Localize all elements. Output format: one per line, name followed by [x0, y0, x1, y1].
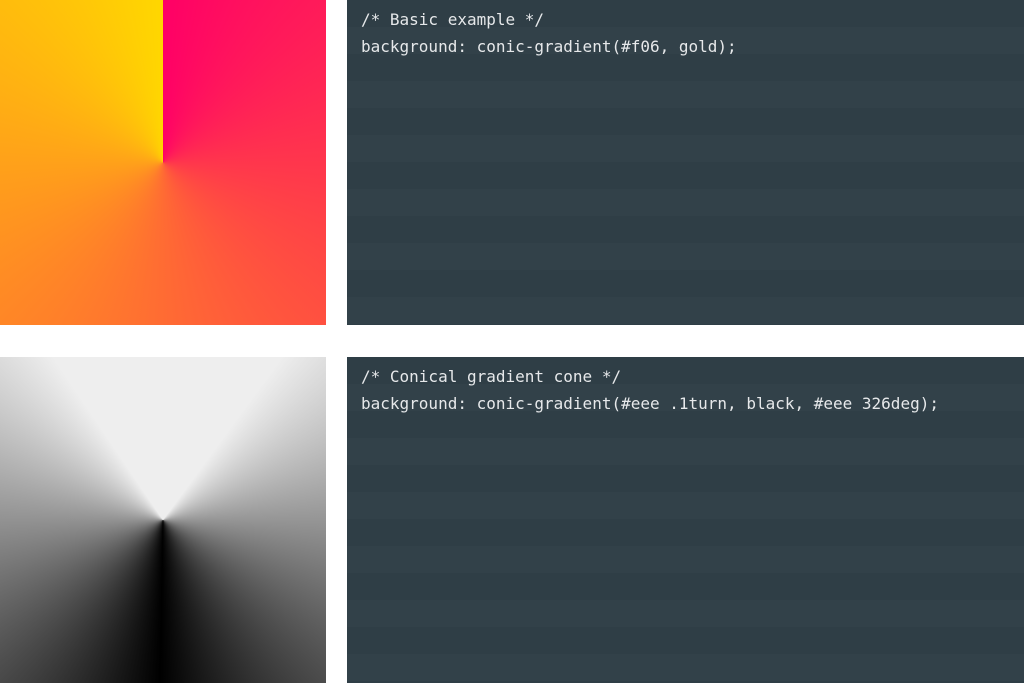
code-line: background: conic-gradient(#f06, gold); — [361, 37, 737, 56]
code-comment: /* Basic example */ — [361, 10, 544, 29]
row-gap — [0, 325, 1024, 357]
example-row-2: /* Conical gradient cone */ background: … — [0, 357, 1024, 683]
code-block-cone: /* Conical gradient cone */ background: … — [347, 357, 1024, 683]
column-separator — [326, 357, 347, 683]
code-line: background: conic-gradient(#eee .1turn, … — [361, 394, 939, 413]
gradient-swatch-cone — [0, 357, 326, 683]
gradient-swatch-basic — [0, 0, 326, 325]
code-comment: /* Conical gradient cone */ — [361, 367, 621, 386]
column-separator — [326, 0, 347, 325]
example-row-1: /* Basic example */ background: conic-gr… — [0, 0, 1024, 325]
code-block-basic: /* Basic example */ background: conic-gr… — [347, 0, 1024, 325]
